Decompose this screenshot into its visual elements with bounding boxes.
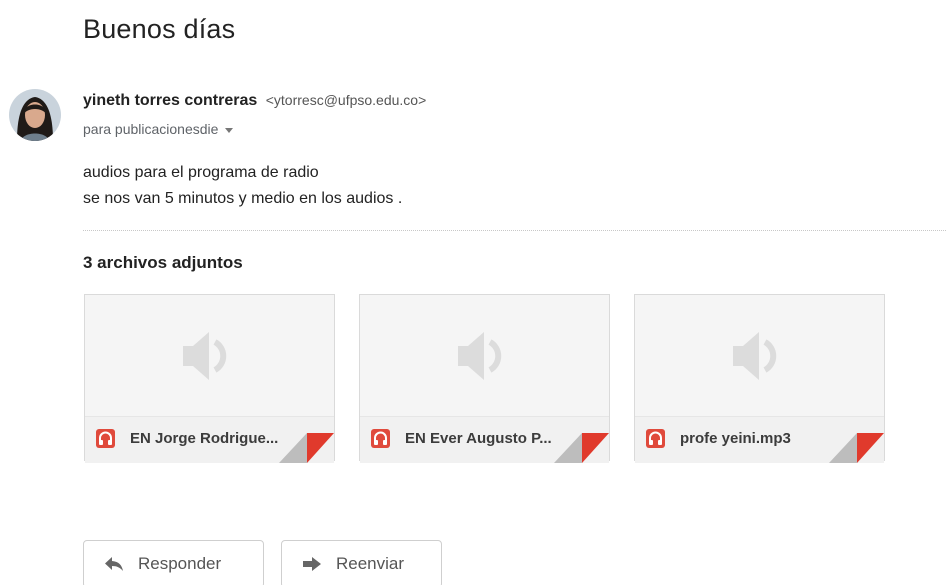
body-line: audios para el programa de radio [83,164,319,181]
email-body: audios para el programa de radio se nos … [83,160,402,212]
speaker-icon [733,332,777,380]
attachment-filename: EN Ever Augusto P... [405,430,552,447]
attachment-footer[interactable]: EN Ever Augusto P... [360,416,609,463]
reply-label: Responder [138,554,222,573]
body-line: se nos van 5 minutos y medio en los audi… [83,190,403,207]
attachment-card[interactable]: EN Ever Augusto P... [359,294,610,463]
page-curl-icon [279,433,334,463]
chevron-down-icon[interactable] [225,127,234,133]
audio-file-icon [371,429,390,448]
reply-button[interactable]: Responder [83,540,264,585]
attachment-preview[interactable] [635,295,884,415]
reply-icon [105,557,123,571]
email-subject: Buenos días [83,14,236,44]
attachment-preview[interactable] [85,295,334,415]
recipient-details-toggle[interactable]: para publicacionesdie [83,121,234,137]
page-curl-icon [554,433,609,463]
attachment-preview[interactable] [360,295,609,415]
email-view: Buenos días yineth torres contreras <yto… [0,0,946,585]
forward-button[interactable]: Reenviar [281,540,442,585]
attachment-filename: profe yeini.mp3 [680,430,791,447]
sender-email: <ytorresc@ufpso.edu.co> [265,92,427,108]
speaker-icon [458,332,502,380]
attachment-footer[interactable]: profe yeini.mp3 [635,416,884,463]
attachment-footer[interactable]: EN Jorge Rodrigue... [85,416,334,463]
recipient-text: para publicacionesdie [83,121,219,137]
speaker-icon [183,332,227,380]
forward-label: Reenviar [336,554,405,573]
attachment-filename: EN Jorge Rodrigue... [130,430,279,447]
audio-file-icon [96,429,115,448]
attachment-card[interactable]: EN Jorge Rodrigue... [84,294,335,463]
attachments-divider [83,230,946,231]
page-curl-icon [829,433,884,463]
sender-name[interactable]: yineth torres contreras [83,92,257,109]
audio-file-icon [646,429,665,448]
sender-line: yineth torres contreras <ytorresc@ufpso.… [83,92,426,110]
attachment-card[interactable]: profe yeini.mp3 [634,294,885,463]
sender-avatar[interactable] [9,89,61,141]
forward-icon [303,557,321,571]
attachments-heading: 3 archivos adjuntos [83,253,243,272]
